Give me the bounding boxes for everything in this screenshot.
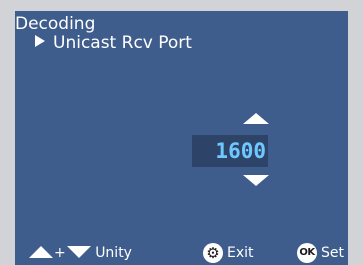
unity-hint[interactable]: + Unity [29, 245, 132, 261]
submenu-label: Unicast Rcv Port [53, 33, 192, 53]
set-hint[interactable]: OK Set [297, 243, 344, 263]
port-value-field[interactable]: 1600 [192, 135, 268, 167]
set-label: Set [321, 245, 344, 261]
arrow-up-icon[interactable] [243, 113, 269, 124]
unity-label: Unity [95, 245, 132, 261]
submenu-item: Unicast Rcv Port [35, 33, 192, 53]
gear-icon: ⚙ [203, 243, 223, 263]
arrow-down-icon[interactable] [243, 175, 269, 186]
arrow-down-icon [66, 246, 91, 258]
arrow-up-icon [29, 246, 53, 258]
exit-label: Exit [227, 245, 254, 261]
menu-title: Decoding [15, 14, 96, 34]
footer-bar: + Unity ⚙ Exit OK Set [15, 241, 348, 265]
exit-hint[interactable]: ⚙ Exit [203, 243, 254, 263]
plus-sign: + [54, 245, 66, 261]
play-right-icon [35, 35, 45, 47]
ok-icon: OK [297, 243, 317, 263]
device-screen: Decoding Unicast Rcv Port 1600 + Unity ⚙… [15, 11, 348, 265]
